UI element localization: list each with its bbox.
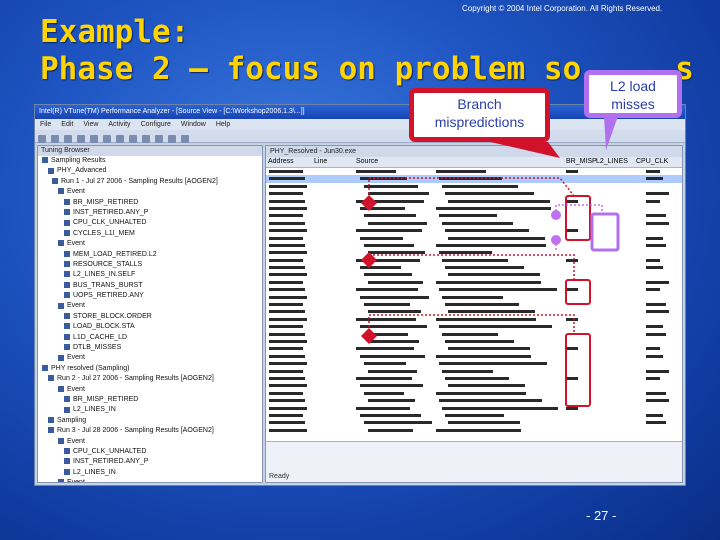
l2-dot-marker [551, 210, 561, 220]
l2-callout-line-2: misses [611, 96, 655, 112]
branch-callout-tail [482, 140, 560, 158]
l2-load-misses-callout: L2 load misses [584, 70, 682, 118]
l2-dot-marker [551, 235, 561, 245]
branch-miss-box [565, 195, 591, 241]
branch-diamond-marker [361, 328, 377, 344]
l2-callout-tail [604, 116, 618, 150]
branch-miss-box [565, 333, 591, 407]
page-number: - 27 - [586, 508, 617, 523]
branch-link-line [368, 314, 575, 335]
branch-diamond-marker [361, 195, 377, 211]
branch-callout-line-1: Branch [457, 96, 502, 112]
branch-link-line [368, 177, 575, 202]
branch-callout-line-2: mispredictions [434, 114, 525, 130]
branch-miss-box [565, 279, 591, 305]
branch-link-line [368, 254, 575, 280]
branch-mispredictions-callout: Branch mispredictions [409, 88, 550, 142]
l2-miss-box [590, 212, 620, 252]
l2-callout-line-1: L2 load [610, 78, 656, 94]
